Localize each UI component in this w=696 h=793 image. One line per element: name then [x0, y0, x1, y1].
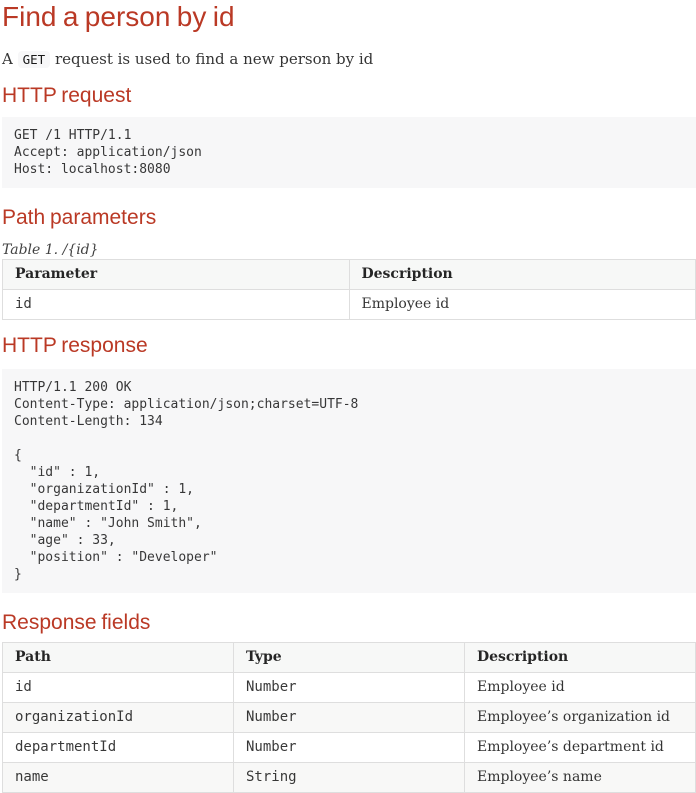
http-response-code-block: HTTP/1.1 200 OK Content-Type: applicatio…: [2, 369, 696, 594]
path-cell: departmentId: [2, 732, 234, 764]
path-cell: id: [2, 672, 234, 704]
document: Find a person by id A GET request is use…: [0, 0, 696, 793]
http-response-code: HTTP/1.1 200 OK Content-Type: applicatio…: [2, 369, 696, 594]
table-caption: Table 1. /{id}: [2, 241, 99, 258]
type-cell: String: [233, 762, 465, 793]
table-row: id Number Employee id: [2, 672, 696, 704]
table-row: name String Employee’s name: [2, 762, 696, 793]
table-row: id Employee id: [2, 288, 696, 320]
description-cell: Employee’s name: [464, 762, 696, 793]
column-header-type: Type: [233, 642, 465, 674]
http-request-code: GET /1 HTTP/1.1 Accept: application/json…: [2, 116, 696, 188]
intro-paragraph: A GET request is used to find a new pers…: [2, 49, 696, 70]
description-cell: Employee’s organization id: [464, 702, 696, 734]
response-fields-table: Path Type Description id Number Employee…: [2, 642, 696, 793]
section-heading-http-request: HTTP request: [2, 83, 132, 107]
section-heading-response-fields: Response fields: [2, 611, 151, 635]
column-header-path: Path: [2, 642, 234, 674]
description-cell: Employee id: [348, 288, 696, 320]
parameter-cell: id: [2, 288, 350, 320]
table-header-row: Parameter Description: [2, 258, 696, 290]
section-heading-path-parameters: Path parameters: [2, 205, 157, 229]
path-parameters-table: Parameter Description id Employee id: [2, 258, 696, 320]
section-heading-http-response: HTTP response: [2, 333, 148, 357]
column-header-description: Description: [464, 642, 696, 674]
type-cell: Number: [233, 672, 465, 704]
table-row: organizationId Number Employee’s organiz…: [2, 702, 696, 734]
description-cell: Employee’s department id: [464, 732, 696, 764]
table-header-row: Path Type Description: [2, 642, 696, 674]
intro-prefix: A: [2, 49, 18, 68]
column-header-parameter: Parameter: [2, 258, 350, 290]
http-request-code-block: GET /1 HTTP/1.1 Accept: application/json…: [2, 116, 696, 188]
type-cell: Number: [233, 702, 465, 734]
path-cell: organizationId: [2, 702, 234, 734]
column-header-description: Description: [348, 258, 696, 290]
type-cell: Number: [233, 732, 465, 764]
table-row: departmentId Number Employee’s departmen…: [2, 732, 696, 764]
description-cell: Employee id: [464, 672, 696, 704]
intro-suffix: request is used to find a new person by …: [50, 49, 374, 68]
path-cell: name: [2, 762, 234, 793]
get-inline-code: GET: [17, 50, 51, 68]
page-title: Find a person by id: [2, 1, 235, 32]
